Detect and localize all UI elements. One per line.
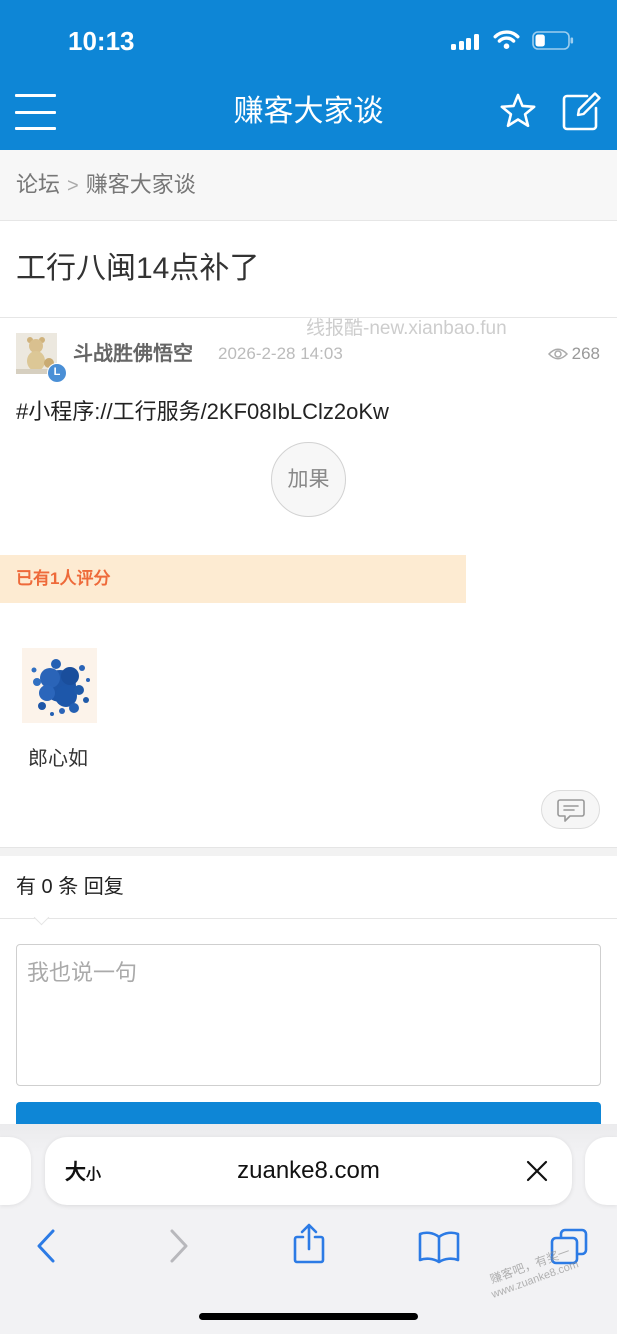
wifi-icon — [493, 30, 520, 49]
battery-level-fill — [535, 34, 545, 47]
author-name[interactable]: 斗战胜佛悟空 — [73, 340, 193, 368]
rating-summary: 已有1人评分 — [0, 555, 466, 603]
site-watermark: 线报酷-new.xianbao.fun — [306, 318, 507, 339]
battery-icon — [532, 31, 574, 50]
post-date: 2026-2-28 14:03 — [218, 344, 343, 363]
top-bar: 10:13 赚客大家谈 — [0, 0, 617, 150]
reply-input[interactable] — [16, 944, 601, 1086]
home-indicator[interactable] — [199, 1313, 418, 1320]
next-tab-pill[interactable] — [585, 1137, 617, 1205]
thread-title: 工行八闽14点补了 — [0, 221, 617, 318]
eye-icon — [547, 348, 568, 360]
user-level-badge: L — [47, 363, 67, 383]
chevron-right-icon[interactable] — [167, 1228, 191, 1264]
breadcrumb-forum-link[interactable]: 论坛 — [16, 172, 60, 197]
address-bar[interactable]: 大小 zuanke8.com — [45, 1137, 572, 1205]
comment-icon — [556, 798, 585, 822]
book-icon[interactable] — [418, 1230, 460, 1264]
close-icon[interactable] — [526, 1160, 548, 1182]
reply-count: 有 0 条 回复 — [0, 856, 617, 919]
section-divider — [0, 847, 617, 856]
add-button[interactable]: 加果 — [271, 442, 346, 517]
edit-icon[interactable] — [560, 91, 602, 131]
view-count-value: 268 — [571, 344, 600, 363]
rater-name[interactable]: 郎心如 — [28, 745, 88, 773]
rater-avatar[interactable] — [22, 648, 97, 723]
post-content: #小程序://工行服务/2KF08IbLClz2oKw — [16, 399, 389, 424]
breadcrumb-board-link[interactable]: 赚客大家谈 — [86, 172, 196, 197]
view-count: 268 — [547, 342, 600, 366]
share-icon[interactable] — [292, 1222, 326, 1264]
status-time: 10:13 — [68, 26, 135, 56]
chevron-left-icon[interactable] — [34, 1228, 58, 1264]
breadcrumb-separator: > — [67, 175, 79, 197]
breadcrumb: 论坛 > 赚客大家谈 — [0, 150, 617, 221]
comment-button[interactable] — [541, 790, 600, 829]
url-text[interactable]: zuanke8.com — [45, 1137, 572, 1205]
previous-tab-pill[interactable] — [0, 1137, 31, 1205]
cellular-signal-icon — [451, 33, 481, 50]
star-icon[interactable] — [499, 93, 537, 131]
